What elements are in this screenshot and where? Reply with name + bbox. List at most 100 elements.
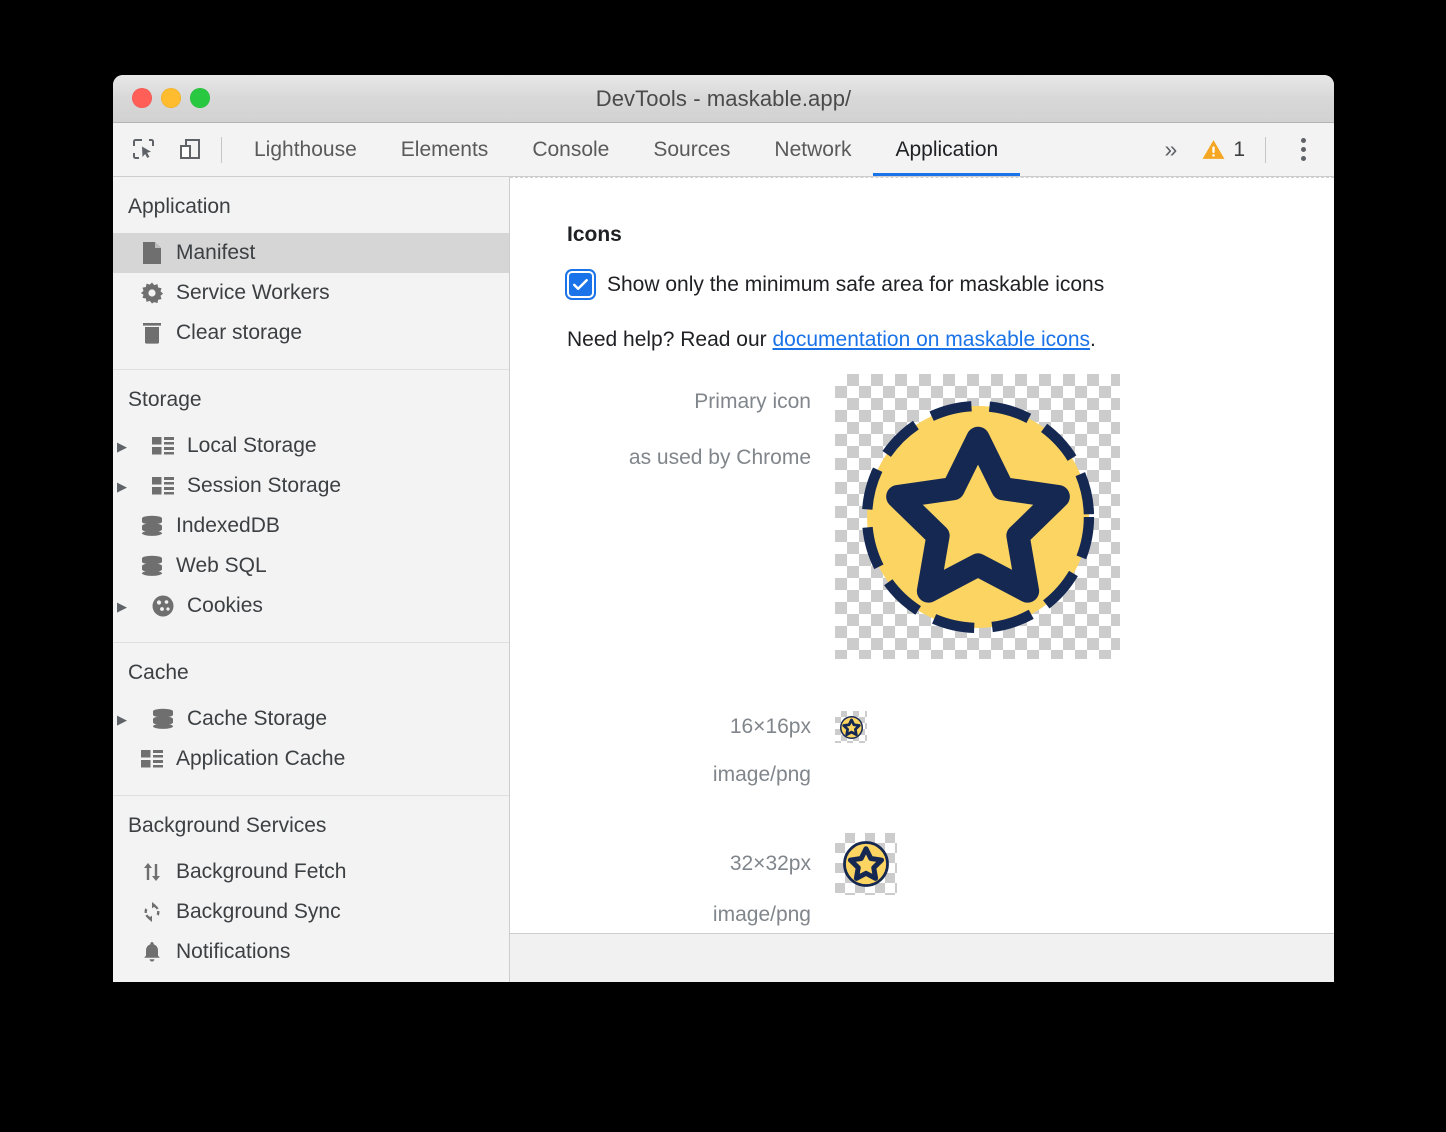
application-sidebar: Application Manifest	[113, 177, 510, 982]
sidebar-item-label: Clear storage	[176, 321, 302, 345]
sidebar-section-title-storage: Storage	[113, 370, 509, 426]
icon-32-mime-col: image/png	[567, 903, 835, 927]
chevron-right-icon[interactable]: ▶	[117, 440, 131, 453]
help-text-suffix: .	[1090, 328, 1096, 351]
tab-console[interactable]: Console	[510, 123, 631, 176]
sidebar-item-background-fetch[interactable]: Background Fetch	[113, 852, 509, 892]
more-vertical-icon-dot3	[1301, 156, 1306, 161]
sidebar-item-label: Web SQL	[176, 554, 267, 578]
sidebar-item-label: Cookies	[187, 594, 263, 618]
sidebar-item-web-sql[interactable]: Web SQL	[113, 546, 509, 586]
maskable-docs-link[interactable]: documentation on maskable icons	[772, 328, 1090, 351]
more-options-button[interactable]	[1288, 133, 1318, 167]
database-icon	[139, 513, 165, 539]
devtools-body: Application Manifest	[113, 177, 1334, 982]
maskable-star-icon-16	[839, 715, 864, 740]
icon-32-row: 32×32px	[567, 833, 1334, 895]
devtools-window: DevTools - maskable.app/	[113, 75, 1334, 982]
device-toolbar-icon	[177, 137, 203, 163]
icon-32-size-label: 32×32px	[567, 836, 811, 892]
sidebar-section-title-application: Application	[113, 177, 509, 233]
tab-network[interactable]: Network	[752, 123, 873, 176]
trash-icon	[139, 320, 165, 346]
sidebar-item-background-sync[interactable]: Background Sync	[113, 892, 509, 932]
tab-sources[interactable]: Sources	[631, 123, 752, 176]
primary-icon-preview	[835, 374, 1120, 659]
warning-triangle-icon	[1201, 137, 1226, 162]
icon-32-mime: image/png	[567, 903, 811, 927]
help-text: Need help? Read our documentation on mas…	[567, 328, 1334, 352]
sidebar-item-label: Cache Storage	[187, 707, 327, 731]
chevron-right-icon[interactable]: ▶	[117, 713, 131, 726]
icons-heading: Icons	[567, 223, 1334, 247]
table-icon	[139, 746, 165, 772]
sidebar-section-cache: Cache ▶	[113, 642, 509, 795]
sidebar-item-label: Service Workers	[176, 281, 330, 305]
window-title: DevTools - maskable.app/	[113, 86, 1334, 112]
device-toolbar-button[interactable]	[173, 133, 207, 167]
sidebar-item-label: Manifest	[176, 241, 255, 265]
sidebar-item-label: Background Sync	[176, 900, 341, 924]
table-icon	[150, 433, 176, 459]
sidebar-item-clear-storage[interactable]: Clear storage	[113, 313, 509, 353]
icon-32-preview	[835, 833, 897, 895]
sidebar-item-manifest[interactable]: Manifest	[113, 233, 509, 273]
panel-tabs: Lighthouse Elements Console Sources Netw…	[232, 123, 1020, 176]
sidebar-item-service-workers[interactable]: Service Workers	[113, 273, 509, 313]
screenshot-root: DevTools - maskable.app/	[0, 0, 1446, 1132]
sidebar-item-application-cache[interactable]: Application Cache	[113, 739, 509, 779]
table-icon	[150, 473, 176, 499]
database-icon	[150, 706, 176, 732]
toolbar-left-icons	[113, 123, 207, 176]
sidebar-item-local-storage[interactable]: ▶ Local	[113, 426, 509, 466]
sidebar-item-label: Background Fetch	[176, 860, 346, 884]
icon-16-preview	[835, 711, 867, 743]
tab-application[interactable]: Application	[873, 123, 1020, 176]
sync-icon	[139, 899, 165, 925]
sidebar-item-notifications[interactable]: Notifications	[113, 932, 509, 972]
sidebar-item-cookies[interactable]: ▶ Cookies	[113, 586, 509, 626]
tab-elements[interactable]: Elements	[379, 123, 511, 176]
more-vertical-icon	[1301, 138, 1306, 143]
devtools-tabbar: Lighthouse Elements Console Sources Netw…	[113, 123, 1334, 177]
primary-icon-label-line1: Primary icon	[567, 374, 811, 430]
chevron-right-icon[interactable]: ▶	[117, 600, 131, 613]
sidebar-item-label: Application Cache	[176, 747, 345, 771]
inspect-element-button[interactable]	[127, 133, 161, 167]
primary-icon-labels: Primary icon as used by Chrome	[567, 374, 835, 486]
more-tabs-icon[interactable]: »	[1151, 138, 1192, 161]
cookie-icon	[150, 593, 176, 619]
checkmark-icon	[571, 275, 590, 294]
sidebar-section-title-cache: Cache	[113, 643, 509, 699]
sidebar-item-indexeddb[interactable]: IndexedDB	[113, 506, 509, 546]
icon-32-mime-row: image/png	[567, 903, 1334, 927]
database-icon	[139, 553, 165, 579]
chevron-right-icon[interactable]: ▶	[117, 480, 131, 493]
safe-area-checkbox-label: Show only the minimum safe area for mask…	[607, 273, 1104, 297]
sidebar-item-session-storage[interactable]: ▶ Sessio	[113, 466, 509, 506]
sidebar-item-cache-storage[interactable]: ▶	[113, 699, 509, 739]
document-icon	[139, 240, 165, 266]
sidebar-item-label: Session Storage	[187, 474, 341, 498]
tab-lighthouse[interactable]: Lighthouse	[232, 123, 379, 176]
gear-icon	[139, 280, 165, 306]
sidebar-section-storage: Storage ▶	[113, 369, 509, 642]
icon-16-mime-row: image/png	[567, 763, 1334, 787]
more-vertical-icon-dot2	[1301, 147, 1306, 152]
sidebar-item-label: Notifications	[176, 940, 290, 964]
icon-16-size-label: 16×16px	[567, 699, 811, 755]
icon-16-mime-col: image/png	[567, 763, 835, 787]
content-footer-strip	[510, 933, 1334, 982]
safe-area-checkbox[interactable]	[567, 271, 594, 298]
maskable-star-icon-32	[841, 839, 891, 889]
sidebar-section-application: Application Manifest	[113, 177, 509, 369]
safe-area-checkbox-row[interactable]: Show only the minimum safe area for mask…	[567, 271, 1334, 298]
sidebar-item-label: Local Storage	[187, 434, 317, 458]
toolbar-right-group: » 1	[1151, 123, 1334, 176]
sidebar-item-label: IndexedDB	[176, 514, 280, 538]
window-titlebar: DevTools - maskable.app/	[113, 75, 1334, 123]
warning-indicator[interactable]: 1	[1193, 137, 1253, 162]
primary-icon-row: Primary icon as used by Chrome	[567, 374, 1334, 659]
icon-16-row: 16×16px	[567, 699, 1334, 755]
icon-16-mime: image/png	[567, 763, 811, 787]
